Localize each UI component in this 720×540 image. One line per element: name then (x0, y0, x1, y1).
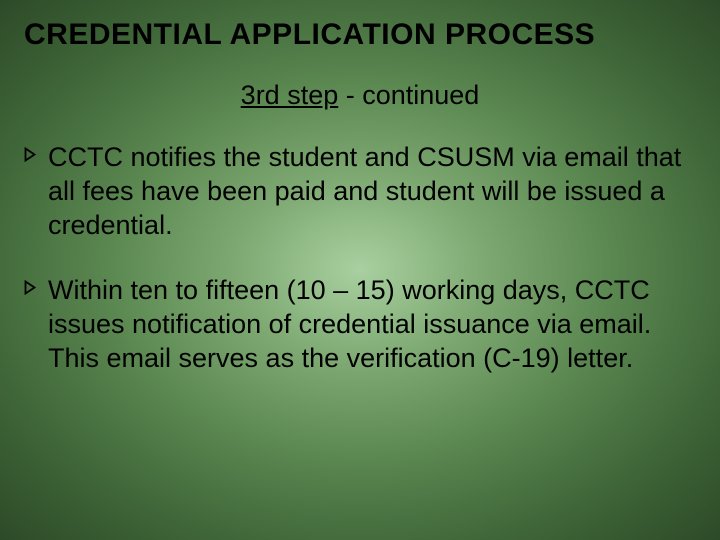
bullet-text: Within ten to fifteen (10 – 15) working … (48, 274, 696, 375)
slide-subtitle: 3rd step - continued (24, 80, 696, 111)
chevron-right-icon (24, 141, 48, 242)
bullet-item: Within ten to fifteen (10 – 15) working … (24, 274, 696, 375)
subtitle-rest: - continued (338, 80, 479, 110)
bullet-item: CCTC notifies the student and CSUSM via … (24, 141, 696, 242)
bullet-text: CCTC notifies the student and CSUSM via … (48, 141, 696, 242)
slide-title: CREDENTIAL APPLICATION PROCESS (24, 18, 696, 52)
chevron-right-icon (24, 274, 48, 375)
subtitle-underlined: 3rd step (241, 80, 339, 110)
